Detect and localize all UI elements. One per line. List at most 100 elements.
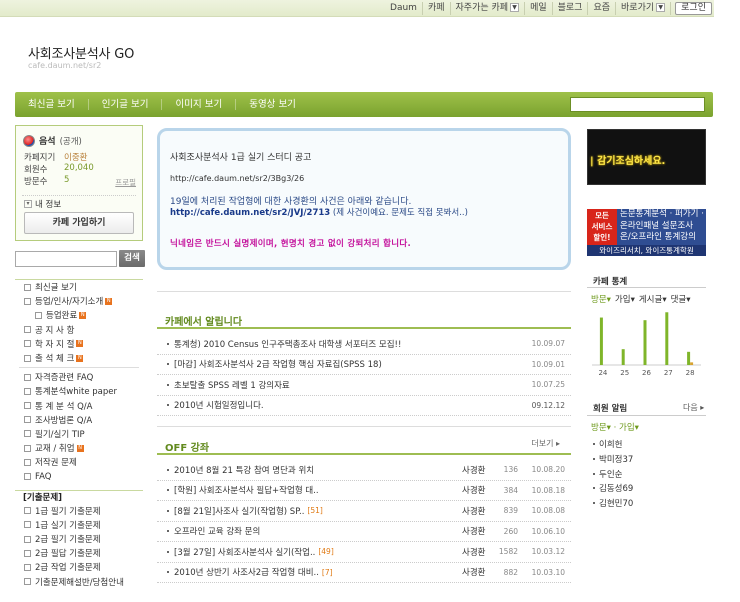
post-title[interactable]: [8월 21일]사조사 실기(작업형) SP.. (174, 505, 304, 517)
tab-videos[interactable]: 동영상 보기 (236, 99, 309, 110)
cafe-url[interactable]: cafe.daum.net/sr2 (28, 61, 101, 70)
post-author[interactable]: 사경환 (462, 505, 485, 517)
link-daum[interactable]: Daum (385, 2, 423, 15)
menu-item-a-2[interactable]: 등업완료 N (15, 308, 143, 322)
list-item[interactable]: 박미정37 (593, 452, 703, 467)
tab-images[interactable]: 이미지 보기 (162, 99, 237, 110)
post-author[interactable]: 사경환 (462, 464, 485, 476)
member-name[interactable]: 두인순 (599, 468, 622, 480)
post-title[interactable]: 초보탈출 SPSS 레벨 1 강의자료 (174, 379, 290, 391)
link-shortcut[interactable]: 바로가기 ▼ (616, 2, 672, 15)
list-item[interactable]: 이희헌 (593, 437, 703, 452)
list-item[interactable]: 김현민70 (593, 496, 703, 511)
join-cafe-button[interactable]: 카페 가입하기 (24, 212, 134, 234)
menu-item-c-2[interactable]: 2급 필기 기출문제 (15, 532, 143, 546)
tab-label: 가입 (619, 423, 635, 433)
comment-count[interactable]: [51] (307, 506, 322, 515)
stats-tab-comments[interactable]: 댓글▾ (671, 293, 691, 305)
link-yojeum[interactable]: 요즘 (588, 2, 617, 15)
nav-search-input[interactable] (570, 97, 705, 112)
menu-item-c-4[interactable]: 2급 작업 기출문제 (15, 560, 143, 574)
menu-item-b-1[interactable]: 통계분석white paper (15, 384, 143, 398)
comment-count[interactable]: [7] (322, 568, 333, 577)
menu-item-b-6[interactable]: 저작권 문제 (15, 455, 143, 469)
ad-banner-cold[interactable]: | 감기조심하세요. (587, 129, 706, 185)
table-row[interactable]: [마감] 사회조사분석사 2급 작업형 핵심 자료집(SPSS 18) 10.09… (157, 355, 571, 375)
menu-item-b-3[interactable]: 조사방법론 Q/A (15, 413, 143, 427)
notice-url[interactable]: http://cafe.daum.net/sr2/3Bg3/26 (170, 174, 304, 183)
stats-tab-visit[interactable]: 방문▾ (591, 293, 611, 305)
link-blog[interactable]: 블로그 (553, 2, 589, 15)
members-next-button[interactable]: 다음 ▸ (683, 402, 704, 413)
my-info-toggle[interactable]: ▾ 내 정보 (24, 198, 61, 210)
post-title[interactable]: 2010년 시험일정입니다. (174, 399, 264, 411)
menu-item-a-5[interactable]: 출 석 체 크N (15, 351, 143, 365)
menu-item-b-2[interactable]: 통 계 분 석 Q/A (15, 399, 143, 413)
post-author[interactable]: 사경환 (462, 546, 485, 558)
section-title-cafe-notice[interactable]: 카페에서 알립니다 (165, 313, 242, 328)
leader-name[interactable]: 이중환 (64, 151, 87, 163)
post-author[interactable]: 사경환 (462, 484, 485, 496)
table-row[interactable]: 2010년 8월 21 특강 참여 명단과 위치 사경환 136 10.08.20 (157, 460, 571, 481)
menu-item-a-1[interactable]: 등업/인사/자기소개 N (15, 294, 143, 308)
login-button[interactable]: 로그인 (675, 2, 712, 15)
member-name[interactable]: 이희헌 (599, 438, 622, 450)
menu-item-c-0[interactable]: 1급 필기 기출문제 (15, 504, 143, 518)
ad-banner-wise[interactable]: 모든 서비스 할인! 논문통계분석 · 퍼가기 · 온라인패널 설문조사 온/오프라… (587, 209, 706, 256)
menu-item-b-7[interactable]: FAQ (15, 469, 143, 483)
post-title[interactable]: 오프라인 교육 강좌 문의 (174, 525, 260, 537)
cafe-title[interactable]: 사회조사분석사 GO (28, 43, 134, 62)
section-title-off[interactable]: OFF 강좌 (165, 439, 209, 454)
table-row[interactable]: [학원] 사회조사분석사 필답+작업형 대.. 사경환 384 10.08.18 (157, 481, 571, 501)
side-search-button[interactable]: 검색 (119, 250, 145, 267)
post-title[interactable]: 2010년 8월 21 특강 참여 명단과 위치 (174, 464, 314, 476)
member-name[interactable]: 박미정37 (599, 453, 633, 465)
table-row[interactable]: 초보탈출 SPSS 레벨 1 강의자료 10.07.25 (157, 375, 571, 396)
list-item[interactable]: 김동성69 (593, 481, 703, 496)
menu-item-a-4[interactable]: 학 자 지 절N (15, 337, 143, 351)
menu-item-a-3[interactable]: 공 지 사 항 (15, 323, 143, 337)
chevron-down-icon[interactable]: ▼ (510, 3, 520, 12)
menu-item-b-0[interactable]: 자격증관련 FAQ (15, 370, 143, 384)
scrollbar-area[interactable] (714, 0, 740, 602)
member-name[interactable]: 김현민70 (599, 497, 633, 509)
post-title[interactable]: [마감] 사회조사분석사 2급 작업형 핵심 자료집(SPSS 18) (174, 358, 382, 370)
table-row[interactable]: 오프라인 교육 강좌 문의 사경환 260 10.06.10 (157, 522, 571, 542)
post-author[interactable]: 사경환 (462, 566, 485, 578)
tab-label: 게시글 (638, 295, 663, 305)
stats-tab-join[interactable]: 가입▾ (615, 293, 635, 305)
comment-count[interactable]: [49] (318, 547, 333, 556)
list-item[interactable]: 두인순 (593, 466, 703, 481)
post-title[interactable]: [학원] 사회조사분석사 필답+작업형 대.. (174, 484, 319, 496)
members-tab[interactable]: 방문▾ · 가입▾ (591, 421, 639, 433)
more-link[interactable]: 더보기 ▸ (531, 438, 560, 449)
tab-popular[interactable]: 인기글 보기 (89, 99, 163, 110)
menu-item-a-0[interactable]: 최신글 보기 (15, 280, 143, 294)
post-title[interactable]: 통계청) 2010 Census 인구주택총조사 대학생 서포터즈 모집!! (174, 338, 401, 350)
table-row[interactable]: 통계청) 2010 Census 인구주택총조사 대학생 서포터즈 모집!! 10… (157, 334, 571, 355)
table-row[interactable]: [3월 27일] 사회조사분석사 실기(작업.. [49] 사경환 1582 10.03… (157, 542, 571, 563)
post-title[interactable]: [3월 27일] 사회조사분석사 실기(작업.. (174, 546, 315, 558)
profile-link[interactable]: 프로필 (115, 177, 136, 188)
bullet-icon (167, 363, 169, 366)
link-favorite-cafe[interactable]: 자주가는 카페 ▼ (451, 2, 526, 15)
chevron-down-icon[interactable]: ▼ (656, 3, 666, 12)
link-mail[interactable]: 메일 (525, 2, 553, 15)
post-title[interactable]: 2010년 상반기 사조사2급 작업형 대비.. (174, 566, 319, 578)
menu-label: 출 석 체 크 (35, 354, 75, 365)
menu-item-c-5[interactable]: 기출문제해설반/당첨안내 (15, 575, 143, 589)
link-cafe[interactable]: 카페 (423, 2, 451, 15)
menu-item-b-4[interactable]: 필기/실기 TIP (15, 427, 143, 441)
post-author[interactable]: 사경환 (462, 525, 485, 537)
member-name[interactable]: 김동성69 (599, 482, 633, 494)
stats-tab-posts[interactable]: 게시글▾ (639, 293, 667, 305)
table-row[interactable]: 2010년 시험일정입니다. 09.12.12 (157, 396, 571, 416)
menu-item-b-5[interactable]: 교재 / 취업 N (15, 441, 143, 455)
table-row[interactable]: 2010년 상반기 사조사2급 작업형 대비.. [7] 사경환 882 10.03.1… (157, 563, 571, 583)
notice-link[interactable]: http://cafe.daum.net/sr2/JVJ/2713 (170, 208, 330, 218)
side-search-input[interactable] (15, 251, 117, 267)
table-row[interactable]: [8월 21일]사조사 실기(작업형) SP.. [51] 사경환 839 10.08.… (157, 501, 571, 522)
menu-item-c-1[interactable]: 1급 실기 기출문제 (15, 518, 143, 532)
menu-item-c-3[interactable]: 2급 필답 기출문제 (15, 546, 143, 560)
tab-latest[interactable]: 최신글 보기 (15, 99, 89, 110)
